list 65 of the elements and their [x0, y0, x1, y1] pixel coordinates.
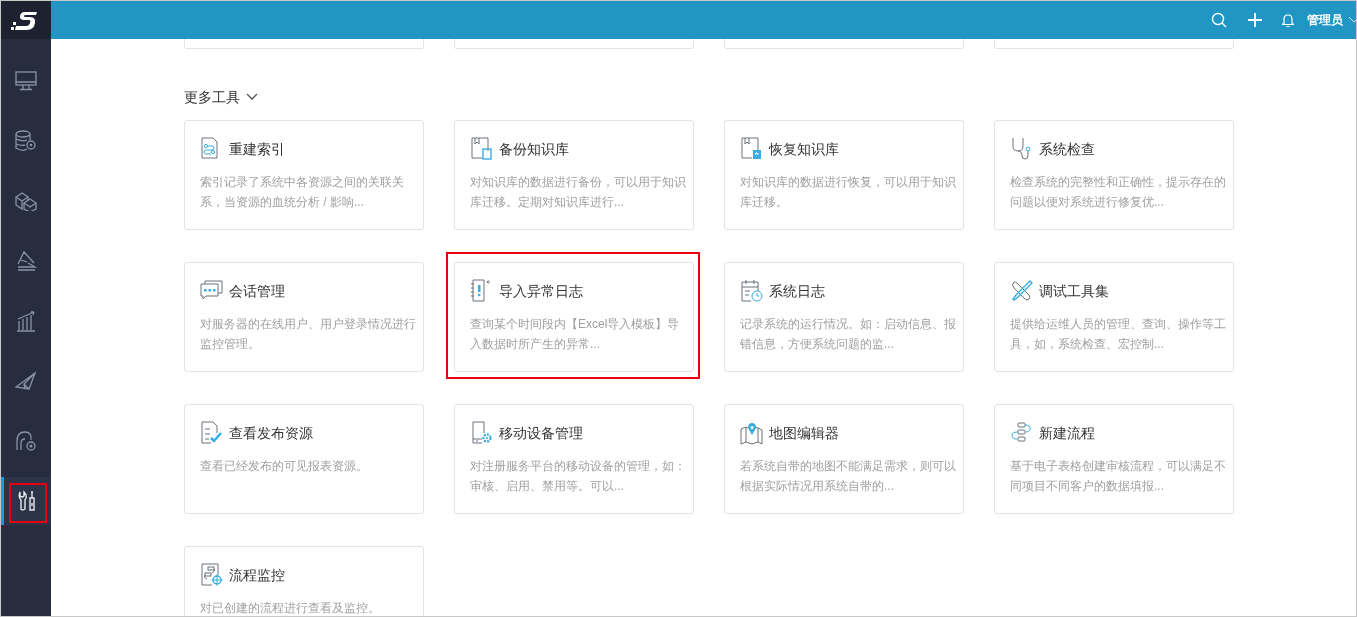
tool-card[interactable]: 恢复知识库 对知识库的数据进行恢复，可以用于知识库迁移。 — [724, 120, 964, 230]
nav-icon — [15, 71, 37, 91]
card-title: 系统检查 — [1039, 140, 1095, 159]
card-title: 移动设备管理 — [499, 424, 583, 443]
tool-card[interactable]: 移动设备管理 对注册服务平台的移动设备的管理，如：审核、启用、禁用等。可以... — [454, 404, 694, 514]
card-title: 会话管理 — [229, 282, 285, 301]
stethoscope-icon — [1010, 137, 1033, 161]
card-description: 索引记录了系统中各资源之间的关联关系，当资源的血统分析 / 影响... — [200, 174, 405, 211]
tool-card[interactable]: 重建索引 索引记录了系统中各资源之间的关联关系，当资源的血统分析 / 影响... — [184, 120, 424, 230]
tool-card[interactable]: 系统检查 检查系统的完整性和正确性，提示存在的问题以便对系统进行修复优... — [994, 120, 1234, 230]
tool-card[interactable]: 会话管理 对服务器的在线用户、用户登录情况进行监控管理。 — [184, 262, 424, 372]
card-description: 检查系统的完整性和正确性，提示存在的问题以便对系统进行修复优... — [1010, 174, 1227, 211]
tool-card[interactable]: 导入异常日志 查询某个时间段内【Excel导入模板】导入数据时所产生的异常... — [454, 262, 694, 372]
sidebar-item[interactable] — [1, 477, 51, 525]
card-title: 备份知识库 — [499, 140, 569, 159]
nav-icon — [15, 310, 37, 332]
card-description: 对注册服务平台的移动设备的管理，如：审核、启用、禁用等。可以... — [470, 458, 687, 495]
chevron-icon — [246, 93, 258, 101]
map-pin-icon — [740, 421, 763, 445]
phone-gear-icon — [470, 421, 493, 445]
card-description: 查询某个时间段内【Excel导入模板】导入数据时所产生的异常... — [470, 316, 681, 353]
flow-target-icon — [200, 563, 223, 587]
card-description: 基于电子表格创建审核流程，可以满足不同项目不同客户的数据填报... — [1010, 458, 1227, 495]
card-title: 恢复知识库 — [769, 140, 839, 159]
bell-icon[interactable] — [1281, 12, 1295, 28]
nav-icon — [15, 430, 37, 452]
nav-icon — [15, 130, 37, 152]
nav-icon — [15, 250, 37, 272]
tool-card[interactable]: 新建流程 基于电子表格创建审核流程，可以满足不同项目不同客户的数据填报... — [994, 404, 1234, 514]
tool-card[interactable]: 地图编辑器 若系统自带的地图不能满足需求，则可以根据实际情况用系统自带的... — [724, 404, 964, 514]
card-title: 调试工具集 — [1039, 282, 1109, 301]
nav-icon — [15, 371, 37, 391]
wrench-screwdriver-icon — [1010, 279, 1033, 303]
caret-icon[interactable] — [1349, 15, 1356, 25]
card-title: 新建流程 — [1039, 424, 1095, 443]
card-title: 导入异常日志 — [499, 282, 583, 301]
card-description: 若系统自带的地图不能满足需求，则可以根据实际情况用系统自带的... — [740, 458, 957, 495]
card-description: 提供给运维人员的管理、查询、操作等工具，如，系统检查、宏控制... — [1010, 316, 1227, 353]
card-description: 对已创建的流程进行查看及监控。 — [200, 600, 381, 616]
card-title: 系统日志 — [769, 282, 825, 301]
tool-card[interactable]: 备份知识库 对知识库的数据进行备份，可以用于知识库迁移。定期对知识库进行... — [454, 120, 694, 230]
tool-card[interactable]: 系统日志 记录系统的运行情况。如：启动信息、报错信息，方便系统问题的监... — [724, 262, 964, 372]
book-copy-icon — [470, 137, 493, 161]
logo-icon — [1, 1, 51, 39]
section-toggle[interactable]: 更多工具 — [184, 87, 258, 107]
document-check-icon — [200, 421, 223, 445]
card-description: 对知识库的数据进行备份，可以用于知识库迁移。定期对知识库进行... — [470, 174, 687, 211]
card-title: 查看发布资源 — [229, 424, 313, 443]
add-icon[interactable] — [1247, 12, 1263, 28]
tool-card[interactable]: 流程监控 对已创建的流程进行查看及监控。 — [184, 546, 424, 616]
card-title: 流程监控 — [229, 566, 285, 585]
book-restore-icon — [740, 137, 763, 161]
card-description: 查看已经发布的可见报表资源。 — [200, 458, 369, 475]
tool-card[interactable]: 调试工具集 提供给运维人员的管理、查询、操作等工具，如，系统检查、宏控制... — [994, 262, 1234, 372]
nav-icon — [15, 191, 37, 211]
card-description: 记录系统的运行情况。如：启动信息、报错信息，方便系统问题的监... — [740, 316, 957, 353]
tool-card[interactable]: 查看发布资源 查看已经发布的可见报表资源。 — [184, 404, 424, 514]
flow-icon — [1010, 421, 1033, 445]
calendar-clock-icon — [740, 279, 763, 303]
search-icon[interactable] — [1211, 12, 1227, 28]
card-title: 重建索引 — [229, 140, 285, 159]
card-description: 对知识库的数据进行恢复，可以用于知识库迁移。 — [740, 174, 957, 211]
card-description: 对服务器的在线用户、用户登录情况进行监控管理。 — [200, 316, 417, 353]
card-title: 地图编辑器 — [769, 424, 839, 443]
log-alert-icon — [470, 279, 493, 303]
